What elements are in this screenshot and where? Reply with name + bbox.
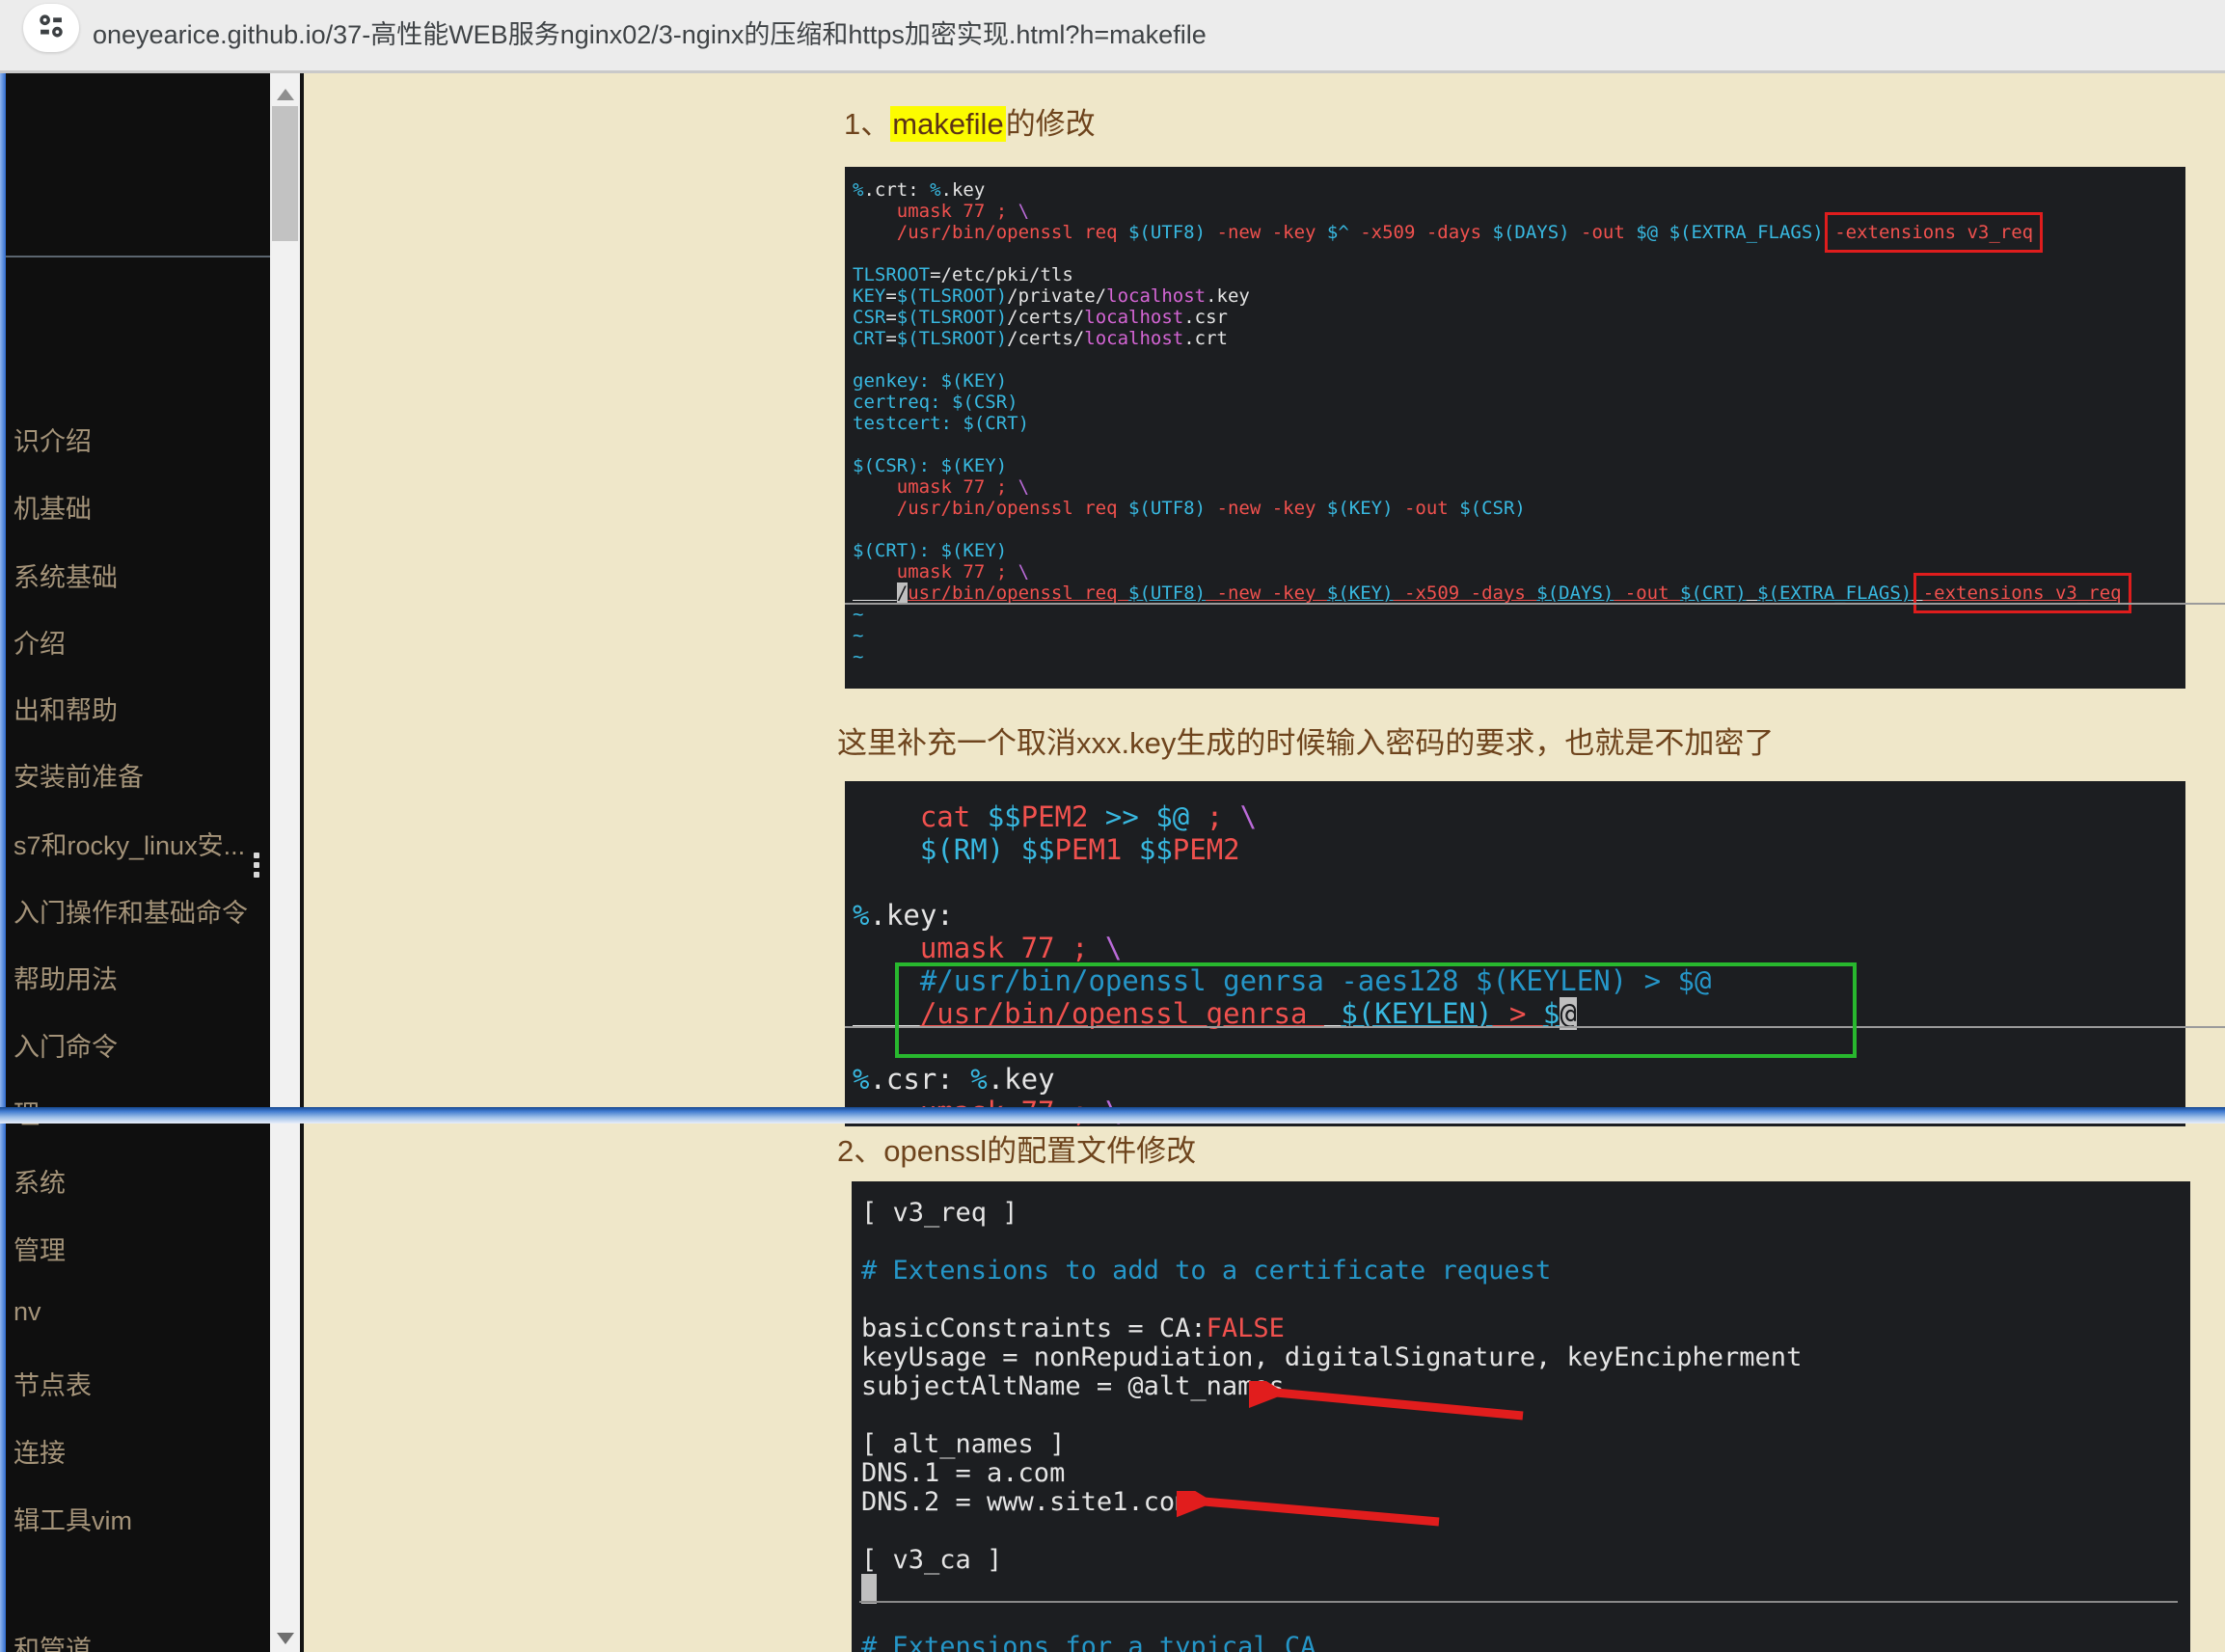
code-line xyxy=(861,1228,2190,1257)
sidebar-item[interactable]: 介绍 xyxy=(14,623,66,661)
sidebar-item[interactable]: 系统基础 xyxy=(14,556,118,594)
tune-icon xyxy=(36,11,67,46)
sidebar-item[interactable]: 入门命令 xyxy=(14,1026,118,1064)
code-line: /usr/bin/openssl req $(UTF8) -new -key $… xyxy=(853,582,2185,604)
code-line: CSR=$(TLSROOT)/certs/localhost.csr xyxy=(853,307,2185,328)
code-line: ~ xyxy=(853,625,2185,646)
code-line xyxy=(861,1517,2190,1546)
address-bar[interactable]: oneyearice.github.io/37-高性能WEB服务nginx02/… xyxy=(93,0,1207,70)
sidebar-item[interactable]: 系统 xyxy=(14,1162,66,1200)
code-line xyxy=(861,1575,2190,1604)
section-heading-2: 2、openssl的配置文件修改 xyxy=(837,1126,1196,1170)
code-line: $(CSR): $(KEY) xyxy=(853,455,2185,476)
code-line: CRT=$(TLSROOT)/certs/localhost.crt xyxy=(853,328,2185,349)
code-line: certreq: $(CSR) xyxy=(853,392,2185,413)
code-line: /usr/bin/openssl req $(UTF8) -new -key $… xyxy=(853,222,2185,243)
sidebar-scrollbar[interactable] xyxy=(270,73,300,1652)
makefile-code-block: %.crt: %.key umask 77 ; \ /usr/bin/opens… xyxy=(845,167,2185,689)
code-line: %.key: xyxy=(853,899,2185,932)
code-line: umask 77 ; \ xyxy=(853,932,2185,964)
vim-cursorline-rule-3 xyxy=(859,1601,2178,1603)
green-annotation-box xyxy=(895,962,1857,1058)
paragraph: 这里补充一个取消xxx.key生成的时候输入密码的要求，也就是不加密了 xyxy=(837,718,1774,762)
code-line: KEY=$(TLSROOT)/private/localhost.key xyxy=(853,285,2185,307)
heading1-prefix: 1、 xyxy=(844,107,890,141)
code-line: umask 77 ; \ xyxy=(853,561,2185,582)
code-line: umask 77 ; \ xyxy=(853,476,2185,498)
sidebar-resize-handle[interactable] xyxy=(254,853,265,885)
sidebar-item[interactable]: 管理 xyxy=(14,1230,66,1267)
sidebar-item[interactable]: 连接 xyxy=(14,1432,66,1470)
code-line: TLSROOT=/etc/pki/tls xyxy=(853,264,2185,285)
code-line xyxy=(853,349,2185,370)
main-content: 1、makefile的修改 %.crt: %.key umask 77 ; \ … xyxy=(304,73,2225,1652)
code-line: cat $$PEM2 >> $@ ; \ xyxy=(853,800,2185,833)
vim-cursor xyxy=(861,1574,877,1604)
red-arrow-alt-names xyxy=(1249,1381,1534,1427)
section-heading-1: 1、makefile的修改 xyxy=(844,99,1096,143)
scroll-down-arrow[interactable] xyxy=(277,1633,294,1644)
scroll-up-arrow[interactable] xyxy=(277,89,294,100)
code-line: umask 77 ; \ xyxy=(853,201,2185,222)
code-line: %.csr: %.key xyxy=(853,1063,2185,1096)
page-window: 识介绍机基础系统基础介绍出和帮助安装前准备 s7和rocky_linux安... 入… xyxy=(0,73,2225,1652)
code-line: %.crt: %.key xyxy=(853,179,2185,201)
red-annotation-box: -extensions v3_req xyxy=(1923,582,2122,604)
browser-toolbar: oneyearice.github.io/37-高性能WEB服务nginx02/… xyxy=(0,0,2225,73)
vim-cursorline-rule-1 xyxy=(845,603,2225,605)
code-line xyxy=(861,1286,2190,1314)
code-line: ~ xyxy=(853,604,2185,625)
sidebar-item[interactable]: 节点表 xyxy=(14,1365,92,1402)
heading1-suffix: 的修改 xyxy=(1006,107,1096,141)
sidebar-item[interactable]: 入门操作和基础命令 xyxy=(14,892,248,930)
red-arrow-site1 xyxy=(1177,1491,1451,1533)
code-line xyxy=(853,519,2185,540)
sidebar-item[interactable]: nv xyxy=(14,1297,41,1327)
code-line xyxy=(861,1604,2190,1633)
code-line: DNS.1 = a.com xyxy=(861,1459,2190,1488)
sidebar-item[interactable]: s7和rocky_linux安... xyxy=(14,825,245,862)
code-line: testcert: $(CRT) xyxy=(853,413,2185,434)
sidebar-item[interactable]: 安装前准备 xyxy=(14,756,144,794)
code-line: basicConstraints = CA:FALSE xyxy=(861,1314,2190,1343)
key-rule-code-block: cat $$PEM2 >> $@ ; \ $(RM) $$PEM1 $$PEM2… xyxy=(845,781,2185,1126)
scrollbar-thumb[interactable] xyxy=(272,106,298,241)
code-line: [ v3_req ] xyxy=(861,1199,2190,1228)
code-line: $(CRT): $(KEY) xyxy=(853,540,2185,561)
code-line: DNS.2 = www.site1.com xyxy=(861,1488,2190,1517)
sidebar-item[interactable]: 出和帮助 xyxy=(14,690,118,727)
search-highlight: makefile xyxy=(890,106,1005,142)
window-splitter[interactable] xyxy=(0,1107,2225,1124)
code-line xyxy=(853,866,2185,899)
code-line: # Extensions for a typical CA xyxy=(861,1633,2190,1652)
vim-cursor: / xyxy=(897,582,908,604)
red-annotation-box: -extensions v3_req xyxy=(1834,222,2033,243)
code-line xyxy=(853,243,2185,264)
sidebar-item[interactable]: 帮助用法 xyxy=(14,959,118,996)
code-line: [ alt_names ] xyxy=(861,1430,2190,1459)
sidebar-item[interactable]: 和管道 xyxy=(14,1629,92,1652)
code-line: genkey: $(KEY) xyxy=(853,370,2185,392)
browser-window: oneyearice.github.io/37-高性能WEB服务nginx02/… xyxy=(0,0,2225,1652)
code-line: ~ xyxy=(853,646,2185,667)
code-line: # Extensions to add to a certificate req… xyxy=(861,1257,2190,1286)
sidebar-item[interactable]: 辑工具vim xyxy=(14,1500,132,1537)
code-line xyxy=(853,434,2185,455)
code-line: /usr/bin/openssl req $(UTF8) -new -key $… xyxy=(853,498,2185,519)
sidebar-item[interactable]: 识介绍 xyxy=(14,420,92,458)
sidebar-divider xyxy=(6,256,270,257)
site-settings-button[interactable] xyxy=(23,4,79,52)
code-line: keyUsage = nonRepudiation, digitalSignat… xyxy=(861,1343,2190,1372)
sidebar-item[interactable]: 机基础 xyxy=(14,488,92,526)
sidebar-nav: 识介绍机基础系统基础介绍出和帮助安装前准备 s7和rocky_linux安... 入… xyxy=(6,73,270,1652)
code-line: [ v3_ca ] xyxy=(861,1546,2190,1575)
code-line: $(RM) $$PEM1 $$PEM2 xyxy=(853,833,2185,866)
